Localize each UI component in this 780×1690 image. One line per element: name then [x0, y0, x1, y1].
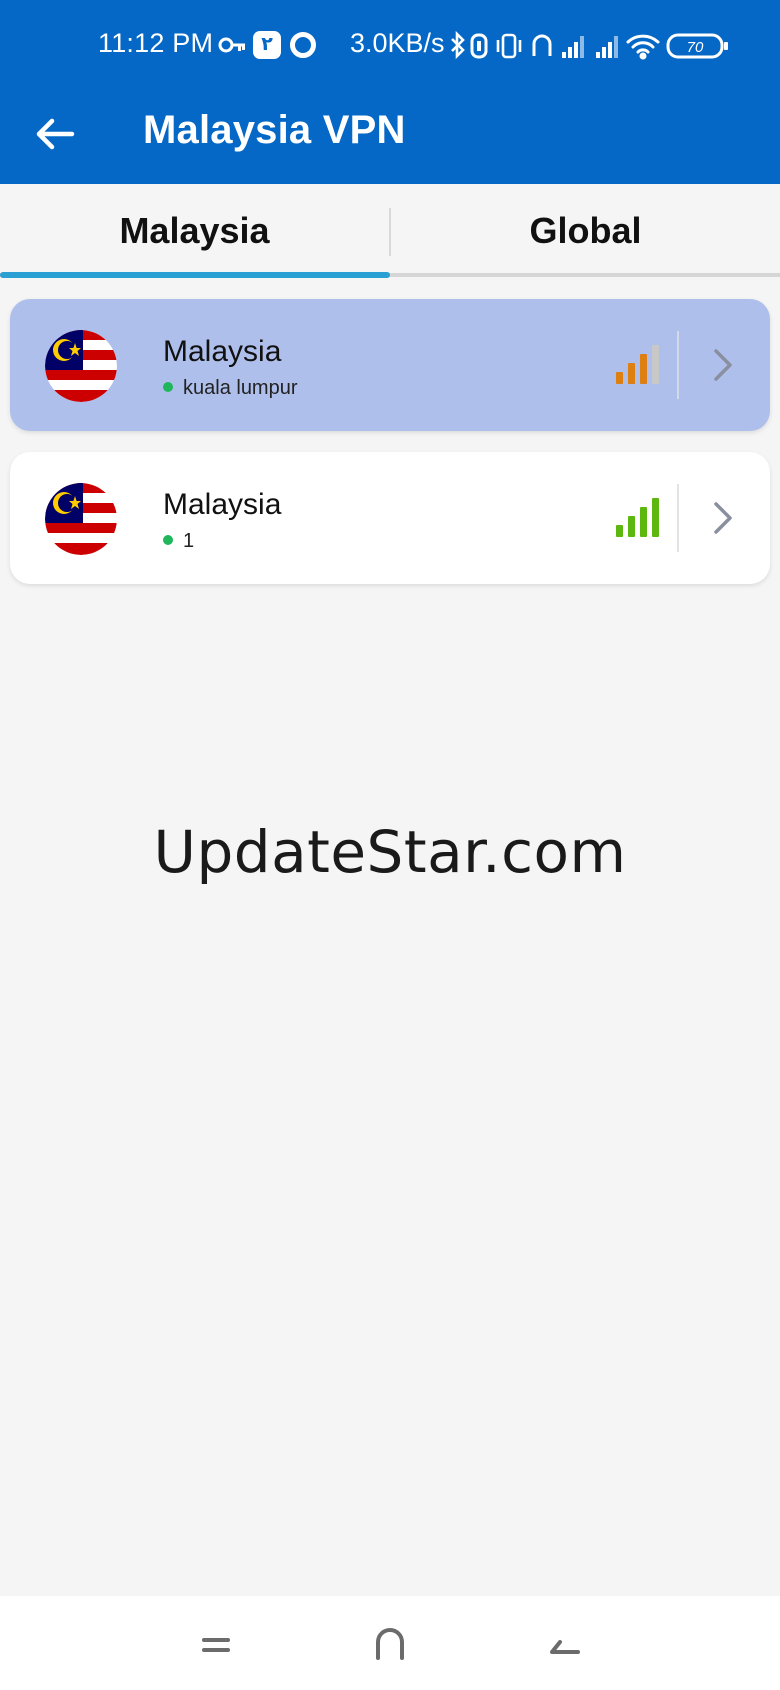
- wifi-icon: [626, 34, 660, 60]
- card-divider: [677, 331, 679, 399]
- online-status-dot: [163, 535, 173, 545]
- server-name: Malaysia: [163, 335, 282, 368]
- signal-bar: [652, 498, 659, 537]
- back-icon[interactable]: [540, 1620, 588, 1668]
- nfc-icon: [470, 33, 488, 59]
- signal-bar: [628, 516, 635, 537]
- server-location-text: 1: [183, 530, 195, 552]
- notification-badge-icon: ٢: [253, 31, 281, 59]
- home-icon[interactable]: [366, 1620, 414, 1668]
- vibrate-icon: [496, 33, 522, 59]
- server-location: 1: [163, 530, 194, 553]
- status-time: 11:12 PM: [98, 28, 214, 58]
- signal-bar: [616, 525, 623, 537]
- signal-strength-icon: [616, 345, 659, 384]
- signal-icon: [562, 36, 584, 58]
- online-status-dot: [163, 382, 173, 392]
- tab-malaysia[interactable]: Malaysia: [0, 184, 389, 278]
- malaysia-flag-icon: [45, 483, 117, 555]
- status-icons: 70: [451, 30, 728, 60]
- signal-bar: [628, 363, 635, 384]
- server-location: kuala lumpur: [163, 377, 298, 400]
- signal-bar: [640, 354, 647, 384]
- bluetooth-icon: [451, 30, 465, 60]
- signal-bar: [652, 345, 659, 384]
- signal-bar: [640, 507, 647, 537]
- page-title: Malaysia VPN: [143, 108, 406, 152]
- signal-icon: [596, 36, 618, 58]
- tab-global[interactable]: Global: [391, 184, 780, 278]
- watermark: UpdateStar.com: [153, 818, 627, 886]
- tab-indicator: [0, 272, 390, 278]
- ring-icon: [290, 32, 316, 58]
- signal-bar: [616, 372, 623, 384]
- server-name: Malaysia: [163, 488, 282, 521]
- chevron-right-icon[interactable]: [708, 345, 736, 385]
- recent-apps-icon[interactable]: [192, 1620, 240, 1668]
- network-speed: 3.0KB/s: [350, 28, 445, 58]
- battery-level: 70: [687, 39, 704, 56]
- card-divider: [677, 484, 679, 552]
- battery-icon: 70: [666, 33, 728, 59]
- server-location-text: kuala lumpur: [183, 377, 298, 399]
- key-icon: [218, 37, 245, 53]
- status-bar: 11:12 PM ٢ 3.0KB/s 70: [0, 0, 780, 90]
- system-nav-bar: [0, 1596, 780, 1690]
- headset-icon: [532, 34, 552, 56]
- chevron-right-icon[interactable]: [708, 498, 736, 538]
- arrow-left-icon[interactable]: [30, 108, 82, 160]
- app-bar: Malaysia VPN: [0, 90, 780, 184]
- server-item[interactable]: Malaysia 1: [10, 452, 770, 584]
- malaysia-flag-icon: [45, 330, 117, 402]
- tab-bar: Malaysia Global: [0, 184, 780, 278]
- server-item[interactable]: Malaysia kuala lumpur: [10, 299, 770, 431]
- signal-strength-icon: [616, 498, 659, 537]
